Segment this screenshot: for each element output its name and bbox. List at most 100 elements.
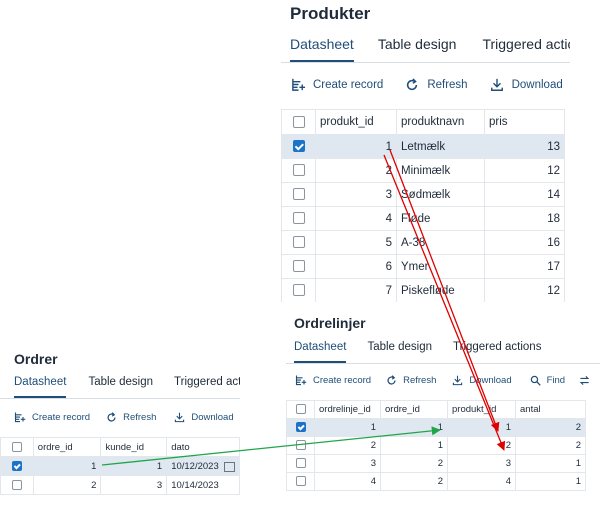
kunde-id-cell[interactable]: 1 xyxy=(100,456,168,476)
produkt-id-cell[interactable]: 3 xyxy=(315,182,397,207)
select-all-checkbox[interactable] xyxy=(11,441,22,452)
column-header[interactable]: ordre_id xyxy=(380,400,448,419)
select-all-checkbox[interactable] xyxy=(292,115,305,128)
column-header[interactable]: pris xyxy=(484,109,565,135)
pris-cell[interactable]: 12 xyxy=(484,278,565,302)
antal-cell[interactable]: 1 xyxy=(515,454,586,473)
table-row[interactable]: 7 Piskefløde 12 xyxy=(281,278,565,302)
table-row[interactable]: 3231 xyxy=(286,454,586,473)
pris-cell[interactable]: 14 xyxy=(484,182,565,207)
table-row[interactable]: 4241 xyxy=(286,472,586,491)
tab-datasheet[interactable]: Datasheet xyxy=(14,376,67,398)
refresh-button[interactable]: Refresh xyxy=(106,412,156,423)
tab-triggered-actions[interactable]: Triggered actior xyxy=(482,36,570,62)
refresh-button[interactable]: Refresh xyxy=(386,375,436,386)
ordrelinje-id-cell[interactable]: 4 xyxy=(314,472,381,491)
table-row[interactable]: 1 1 10/12/2023 xyxy=(0,456,240,476)
table-row[interactable]: 4 Fløde 18 xyxy=(281,206,565,231)
tab-table-design[interactable]: Table design xyxy=(378,36,457,62)
pris-cell[interactable]: 18 xyxy=(484,206,565,231)
row-checkbox[interactable] xyxy=(295,458,306,469)
produkt-id-cell[interactable]: 2 xyxy=(447,436,516,455)
create-record-button[interactable]: Create record xyxy=(14,411,90,423)
column-header[interactable]: produktnavn xyxy=(396,109,485,135)
ordre-id-cell[interactable]: 1 xyxy=(380,436,448,455)
table-row[interactable]: 6 Ymer 17 xyxy=(281,254,565,279)
table-row[interactable]: 2 3 10/14/2023 xyxy=(0,475,240,495)
row-checkbox[interactable] xyxy=(292,236,305,249)
pris-cell[interactable]: 17 xyxy=(484,254,565,279)
dato-cell[interactable]: 10/14/2023 xyxy=(166,475,240,495)
table-row[interactable]: 5 A-38 16 xyxy=(281,230,565,255)
pris-cell[interactable]: 16 xyxy=(484,230,565,255)
calendar-icon[interactable] xyxy=(224,461,235,472)
tab-triggered-actions[interactable]: Triggered actions xyxy=(453,341,541,363)
column-header[interactable]: ordre_id xyxy=(32,437,102,457)
kunde-id-cell[interactable]: 3 xyxy=(100,475,168,495)
row-checkbox[interactable] xyxy=(292,140,305,153)
pris-cell[interactable]: 13 xyxy=(484,134,565,159)
produktnavn-cell[interactable]: Piskefløde xyxy=(396,278,485,302)
table-row[interactable]: 1112 xyxy=(286,418,586,437)
more-actions-button[interactable] xyxy=(579,375,590,386)
produktnavn-cell[interactable]: A-38 xyxy=(396,230,485,255)
table-row[interactable]: 3 Sødmælk 14 xyxy=(281,182,565,207)
refresh-button[interactable]: Refresh xyxy=(405,77,468,92)
antal-cell[interactable]: 2 xyxy=(515,418,586,437)
row-checkbox[interactable] xyxy=(292,188,305,201)
find-button[interactable]: Find xyxy=(530,375,565,386)
select-all-checkbox[interactable] xyxy=(295,404,306,415)
ordre-id-cell[interactable]: 1 xyxy=(380,418,448,437)
row-checkbox[interactable] xyxy=(11,479,22,490)
ordrelinje-id-cell[interactable]: 2 xyxy=(314,436,381,455)
table-row[interactable]: 1 Letmælk 13 xyxy=(281,134,565,159)
tab-table-design[interactable]: Table design xyxy=(88,376,153,398)
antal-cell[interactable]: 2 xyxy=(515,436,586,455)
row-checkbox[interactable] xyxy=(295,422,306,433)
ordrelinje-id-cell[interactable]: 1 xyxy=(314,418,381,437)
produkt-id-cell[interactable]: 1 xyxy=(315,134,397,159)
tab-datasheet[interactable]: Datasheet xyxy=(294,341,347,363)
row-checkbox[interactable] xyxy=(292,260,305,273)
row-checkbox[interactable] xyxy=(292,212,305,225)
produkt-id-cell[interactable]: 6 xyxy=(315,254,397,279)
column-header[interactable]: antal xyxy=(515,400,586,419)
column-header[interactable]: dato xyxy=(166,437,240,457)
tab-datasheet[interactable]: Datasheet xyxy=(290,36,354,62)
ordre-id-cell[interactable]: 2 xyxy=(380,472,448,491)
produktnavn-cell[interactable]: Ymer xyxy=(396,254,485,279)
ordre-id-cell[interactable]: 2 xyxy=(32,475,102,495)
produktnavn-cell[interactable]: Fløde xyxy=(396,206,485,231)
dato-cell[interactable]: 10/12/2023 xyxy=(166,456,240,476)
pris-cell[interactable]: 12 xyxy=(484,158,565,183)
row-checkbox[interactable] xyxy=(292,284,305,297)
produkt-id-cell[interactable]: 5 xyxy=(315,230,397,255)
row-checkbox[interactable] xyxy=(11,460,22,471)
produkt-id-cell[interactable]: 7 xyxy=(315,278,397,302)
tab-triggered-actions[interactable]: Triggered actior xyxy=(174,376,240,398)
tab-table-design[interactable]: Table design xyxy=(367,341,432,363)
produkt-id-cell[interactable]: 3 xyxy=(447,454,516,473)
download-button[interactable]: Download xyxy=(174,412,234,423)
row-checkbox[interactable] xyxy=(295,476,306,487)
table-row[interactable]: 2 Minimælk 12 xyxy=(281,158,565,183)
produktnavn-cell[interactable]: Letmælk xyxy=(396,134,485,159)
row-checkbox[interactable] xyxy=(295,440,306,451)
produkt-id-cell[interactable]: 4 xyxy=(315,206,397,231)
produkt-id-cell[interactable]: 4 xyxy=(447,472,516,491)
ordrelinje-id-cell[interactable]: 3 xyxy=(314,454,381,473)
download-button[interactable]: Download xyxy=(490,78,563,92)
column-header[interactable]: produkt_id xyxy=(315,109,397,135)
column-header[interactable]: kunde_id xyxy=(100,437,168,457)
column-header[interactable]: produkt_id xyxy=(447,400,516,419)
produkt-id-cell[interactable]: 2 xyxy=(315,158,397,183)
ordre-id-cell[interactable]: 2 xyxy=(380,454,448,473)
produkt-id-cell[interactable]: 1 xyxy=(447,418,516,437)
produktnavn-cell[interactable]: Sødmælk xyxy=(396,182,485,207)
create-record-button[interactable]: Create record xyxy=(291,77,383,92)
table-row[interactable]: 2122 xyxy=(286,436,586,455)
column-header[interactable]: ordrelinje_id xyxy=(314,400,381,419)
row-checkbox[interactable] xyxy=(292,164,305,177)
produktnavn-cell[interactable]: Minimælk xyxy=(396,158,485,183)
download-button[interactable]: Download xyxy=(452,375,512,386)
